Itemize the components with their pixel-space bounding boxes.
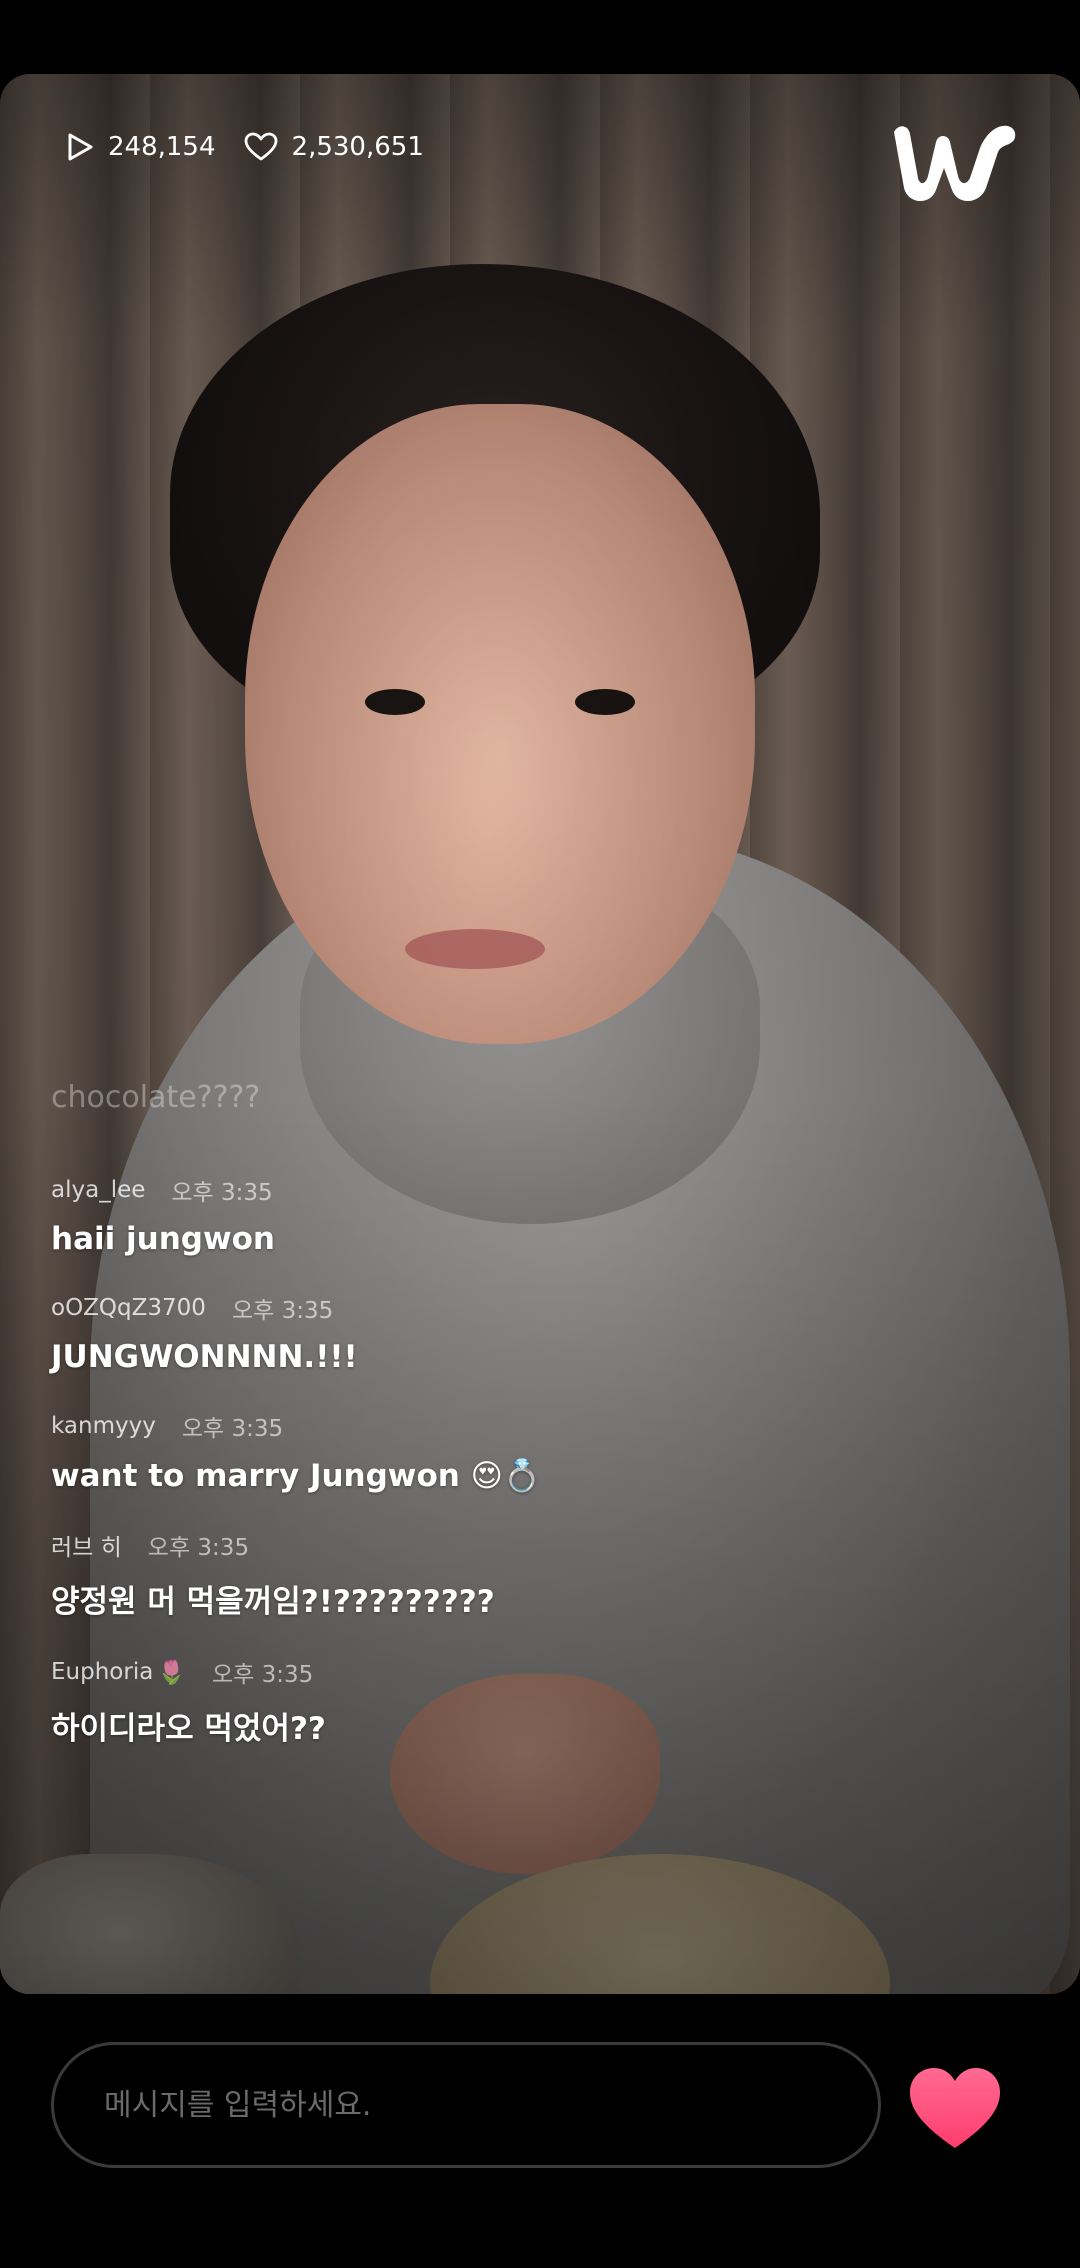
chat-text-container: want to marry Jungwon 😍💍	[51, 1457, 951, 1494]
chat-text: 양정원 머 먹을꺼임?!?????????	[51, 1584, 495, 1620]
chat-time: 오후 3:35	[231, 1298, 334, 1324]
message-input[interactable]	[102, 2086, 878, 2124]
chat-message: kanmyyy 오후 3:35 want to marry Jungwon 😍💍	[51, 1409, 951, 1494]
like-count: 2,530,651	[244, 132, 424, 162]
play-count: 248,154	[66, 132, 216, 162]
chat-username[interactable]: oOZQqZ3700	[51, 1295, 206, 1321]
play-icon	[68, 133, 93, 161]
chat-message: Euphoria 🌷 오후 3:35 하이디라오 먹었어??	[51, 1655, 951, 1748]
chat-text: 하이디라오 먹었어??	[51, 1711, 326, 1747]
play-count-value: 248,154	[108, 132, 216, 162]
chat-time: 오후 3:35	[171, 1180, 273, 1206]
chat-text: want to marry Jungwon	[51, 1458, 460, 1494]
chat-message: alya_lee 오후 3:35 haii jungwon	[51, 1173, 951, 1257]
chat-username[interactable]: kanmyyy	[51, 1413, 156, 1439]
chat-username[interactable]: 러브 히	[51, 1528, 122, 1562]
tulip-emoji-icon: 🌷	[157, 1659, 186, 1686]
stream-stats: 248,154 2,530,651	[66, 132, 452, 162]
heart-eyes-ring-emoji-icon: 😍💍	[470, 1458, 542, 1494]
chat-message: 러브 히 오후 3:35 양정원 머 먹을꺼임?!?????????	[51, 1528, 951, 1621]
chat-username[interactable]: Euphoria	[51, 1659, 153, 1685]
chat-text: JUNGWONNNN.!!!	[51, 1339, 358, 1375]
chat-text: haii jungwon	[51, 1221, 275, 1257]
heart-outline-icon	[244, 132, 277, 161]
chat-time: 오후 3:35	[147, 1535, 250, 1561]
live-chat: chocolate???? alya_lee 오후 3:35 haii jung…	[51, 1080, 951, 1782]
chat-time: 오후 3:35	[211, 1662, 314, 1688]
message-input-container[interactable]	[51, 2042, 881, 2168]
heart-like-button[interactable]	[906, 2064, 1004, 2152]
chat-fading-message: chocolate????	[51, 1080, 261, 1115]
live-stream-screen: 248,154 2,530,651 chocolate???? alya_lee…	[0, 0, 1080, 2268]
weverse-logo-icon	[894, 125, 1016, 202]
chat-message: oOZQqZ3700 오후 3:35 JUNGWONNNN.!!!	[51, 1291, 951, 1375]
chat-time: 오후 3:35	[181, 1416, 284, 1442]
like-count-value: 2,530,651	[291, 132, 424, 162]
chat-username[interactable]: alya_lee	[51, 1177, 145, 1203]
